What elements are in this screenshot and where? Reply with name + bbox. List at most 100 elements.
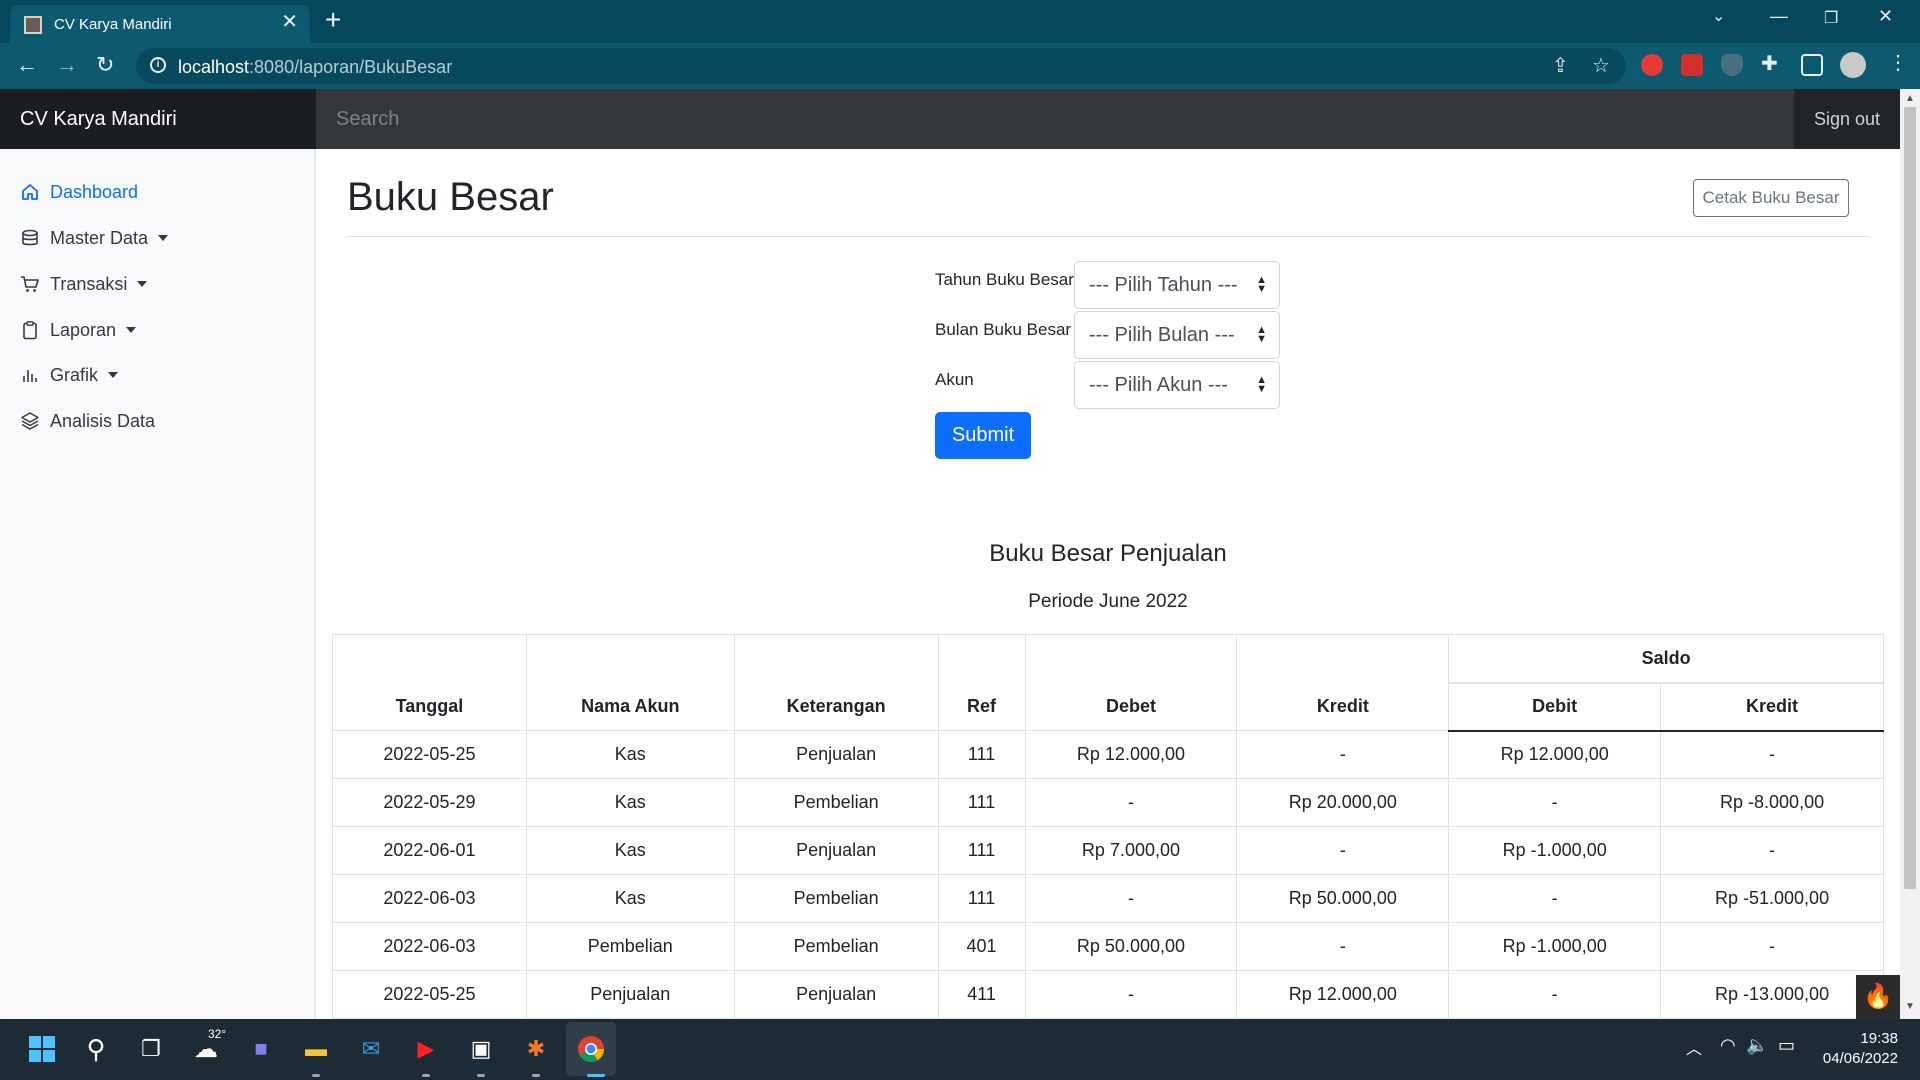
extension-m-icon[interactable]	[1681, 54, 1703, 76]
browser-tabstrip: CV Karya Mandiri ✕ + ⌄ — ❐ ✕	[0, 0, 1920, 43]
cell-debet: -	[1024, 874, 1238, 923]
cell-debet: -	[1024, 970, 1238, 1019]
report-title: Buku Besar Penjualan	[989, 540, 1227, 567]
address-bar[interactable]: i localhost:8080/laporan/BukuBesar ⇪ ☆	[136, 48, 1626, 84]
search-input[interactable]	[316, 89, 1794, 149]
menu-kebab-icon[interactable]: ⋮	[1888, 53, 1908, 73]
sidebar-item-laporan[interactable]: Laporan	[20, 317, 137, 343]
page-scrollbar[interactable]: ▲ ▼	[1900, 89, 1920, 1019]
cell-nama-akun: Kas	[525, 730, 735, 779]
scrollbar-thumb[interactable]	[1904, 107, 1916, 889]
cell-tanggal: 2022-06-03	[332, 874, 527, 923]
chevron-down-icon	[126, 327, 137, 333]
scroll-up-icon[interactable]: ▲	[1905, 93, 1915, 104]
year-select[interactable]: --- Pilih Tahun --- ▲ ▼	[1074, 261, 1280, 309]
tab-search-icon[interactable]: ⌄	[1712, 6, 1725, 26]
extension-stop-icon[interactable]	[1641, 54, 1663, 76]
cell-saldo-debit: -	[1448, 970, 1662, 1019]
xampp-icon[interactable]: ✱	[520, 1033, 552, 1065]
cell-tanggal: 2022-06-03	[332, 922, 527, 971]
cell-kredit: Rp 50.000,00	[1236, 874, 1450, 923]
restore-icon[interactable]: ❐	[1824, 8, 1838, 28]
close-tab-icon[interactable]: ✕	[281, 12, 298, 32]
tray-overflow-icon[interactable]: ︿	[1686, 1035, 1702, 1059]
browser-tab[interactable]: CV Karya Mandiri ✕	[10, 5, 310, 43]
cell-nama-akun: Pembelian	[525, 922, 735, 971]
ledger-table: Tanggal Nama Akun Keterangan Ref Debet K…	[332, 634, 1884, 1019]
cell-nama-akun: Kas	[525, 874, 735, 923]
account-label: Akun	[935, 370, 974, 389]
battery-icon[interactable]: ▭	[1778, 1035, 1795, 1056]
cell-tanggal: 2022-05-29	[332, 778, 527, 827]
chevron-down-icon	[158, 235, 169, 241]
running-indicator	[532, 1074, 540, 1077]
col-header-ref: Ref	[937, 634, 1026, 731]
account-select[interactable]: --- Pilih Akun --- ▲ ▼	[1074, 361, 1280, 409]
close-window-icon[interactable]: ✕	[1878, 6, 1893, 27]
file-explorer-icon[interactable]: ▬	[300, 1033, 332, 1065]
divider	[347, 236, 1869, 237]
col-header-saldo-kredit: Kredit	[1660, 682, 1884, 732]
sidebar-item-label: Transaksi	[50, 273, 128, 294]
system-clock[interactable]: 19:38 04/06/2022	[1818, 1029, 1898, 1069]
sidebar-item-grafik[interactable]: Grafik	[20, 362, 119, 388]
bookmark-star-icon[interactable]: ☆	[1592, 56, 1610, 76]
minimize-icon[interactable]: —	[1770, 6, 1788, 27]
search-icon[interactable]: ⚲	[80, 1033, 112, 1065]
weather-temperature: 32°	[208, 1027, 227, 1041]
clock-date: 04/06/2022	[1822, 1050, 1898, 1067]
chrome-icon[interactable]	[575, 1033, 607, 1065]
tab-title: CV Karya Mandiri	[54, 16, 172, 33]
top-navbar: CV Karya Mandiri Sign out	[0, 89, 1900, 149]
month-select[interactable]: --- Pilih Bulan --- ▲ ▼	[1074, 311, 1280, 359]
sidebar-item-label: Grafik	[50, 364, 99, 385]
running-indicator	[587, 1074, 605, 1077]
running-indicator	[312, 1074, 320, 1077]
home-icon	[22, 184, 38, 200]
profile-avatar[interactable]	[1840, 52, 1866, 78]
cell-kredit: -	[1236, 826, 1450, 875]
cell-saldo-kredit: Rp -13.000,00	[1660, 970, 1884, 1019]
extension-shield-icon[interactable]	[1721, 54, 1743, 76]
extensions-puzzle-icon[interactable]: ✚	[1761, 54, 1778, 74]
youtube-icon[interactable]: ▶	[410, 1033, 442, 1065]
report-period: Periode June 2022	[1028, 591, 1188, 612]
new-tab-icon[interactable]: +	[325, 6, 341, 34]
reload-icon[interactable]: ↻	[96, 52, 114, 78]
task-view-icon[interactable]: ❐	[135, 1033, 167, 1065]
sidebar-item-analisis-data[interactable]: Analisis Data	[20, 408, 155, 434]
cell-ref: 111	[937, 730, 1026, 779]
windows-start-icon[interactable]	[26, 1033, 58, 1065]
submit-button[interactable]: Submit	[935, 412, 1031, 459]
sidebar-item-dashboard[interactable]: Dashboard	[20, 179, 138, 205]
brand-name[interactable]: CV Karya Mandiri	[0, 89, 316, 149]
sign-out-link[interactable]: Sign out	[1814, 109, 1880, 130]
col-header-saldo-debit: Debit	[1448, 682, 1662, 732]
cell-debet: -	[1024, 778, 1238, 827]
sidebar-item-master-data[interactable]: Master Data	[20, 225, 169, 251]
forward-icon[interactable]: →	[56, 52, 78, 78]
site-info-icon[interactable]: i	[150, 57, 166, 73]
side-panel-icon[interactable]	[1801, 54, 1823, 76]
sidebar-item-label: Laporan	[50, 319, 117, 340]
col-header-tanggal: Tanggal	[332, 634, 527, 731]
scroll-down-icon[interactable]: ▼	[1905, 1001, 1915, 1012]
mail-icon[interactable]: ✉	[355, 1033, 387, 1065]
share-icon[interactable]: ⇪	[1552, 56, 1569, 76]
chevron-down-icon	[108, 372, 119, 378]
sidebar-item-transaksi[interactable]: Transaksi	[20, 271, 148, 297]
cell-saldo-debit: -	[1448, 874, 1662, 923]
cell-tanggal: 2022-05-25	[332, 730, 527, 779]
cell-kredit: Rp 20.000,00	[1236, 778, 1450, 827]
month-select-value: --- Pilih Bulan ---	[1089, 324, 1235, 346]
volume-icon[interactable]: 🔈	[1746, 1035, 1768, 1056]
terminal-icon[interactable]: ▣	[465, 1033, 497, 1065]
browser-toolbar: ← → ↻ i localhost:8080/laporan/BukuBesar…	[0, 43, 1920, 89]
wifi-icon[interactable]: ◠	[1720, 1035, 1736, 1056]
print-ledger-button[interactable]: Cetak Buku Besar	[1693, 179, 1849, 217]
flame-icon[interactable]: 🔥	[1856, 975, 1900, 1019]
back-icon[interactable]: ←	[16, 52, 38, 78]
cell-saldo-debit: Rp -1.000,00	[1448, 826, 1662, 875]
clipboard-icon	[23, 321, 37, 340]
chat-icon[interactable]: ■	[245, 1033, 277, 1065]
